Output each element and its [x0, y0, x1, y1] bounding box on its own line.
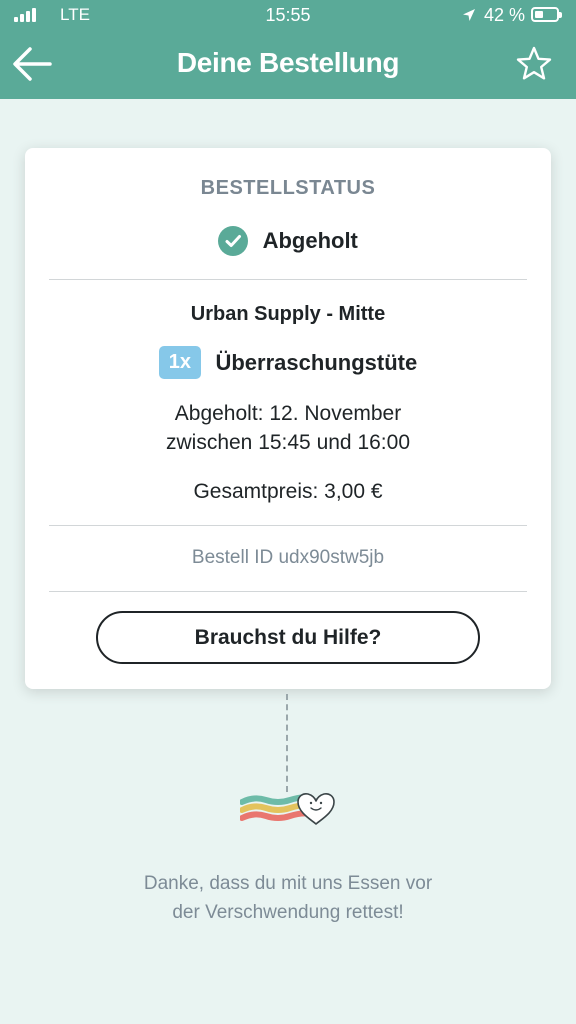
- battery-icon: [531, 7, 562, 22]
- battery-percent: 42 %: [484, 5, 526, 25]
- quantity-badge: 1x: [158, 346, 202, 379]
- help-button[interactable]: Brauchst du Hilfe?: [96, 611, 480, 664]
- connector-line: [286, 694, 288, 792]
- store-name: Urban Supply - Mitte: [190, 303, 386, 325]
- pickup-date: Abgeholt: 12. November: [174, 402, 402, 425]
- status-heading: BESTELLSTATUS: [200, 177, 376, 199]
- header: LTE 15:55 42 % Deine Bestellung: [0, 0, 576, 99]
- status-value: Abgeholt: [262, 228, 358, 253]
- total-price: Gesamtpreis: 3,00 €: [193, 480, 383, 503]
- item-name: Überraschungstüte: [215, 349, 418, 375]
- location-arrow-icon: [463, 9, 475, 21]
- divider: [49, 525, 527, 526]
- heart-rainbow-logo: [240, 793, 335, 825]
- thank-you-line: Danke, dass du mit uns Essen vor: [143, 873, 433, 894]
- order-card: BESTELLSTATUS Abgeholt Urban Supply - Mi…: [25, 148, 551, 689]
- order-id: Bestell ID udx90stw5jb: [191, 547, 385, 568]
- check-circle-icon: [218, 226, 249, 256]
- divider: [49, 279, 527, 280]
- status-bar: LTE 15:55 42 %: [0, 0, 576, 34]
- pickup-window: zwischen 15:45 und 16:00: [165, 431, 410, 454]
- favorite-button[interactable]: [514, 44, 554, 84]
- item-row: 1x Überraschungstüte: [25, 346, 551, 379]
- thank-you-message: Danke, dass du mit uns Essen vor der Ver…: [0, 869, 576, 927]
- thank-you-line: der Verschwendung rettest!: [172, 902, 404, 923]
- star-outline-icon: [516, 46, 552, 80]
- page-title: Deine Bestellung: [176, 47, 400, 78]
- divider: [49, 591, 527, 592]
- app-screen: LTE 15:55 42 % Deine Bestellung BESTELLS…: [0, 0, 576, 1024]
- status-row: Abgeholt: [25, 226, 551, 256]
